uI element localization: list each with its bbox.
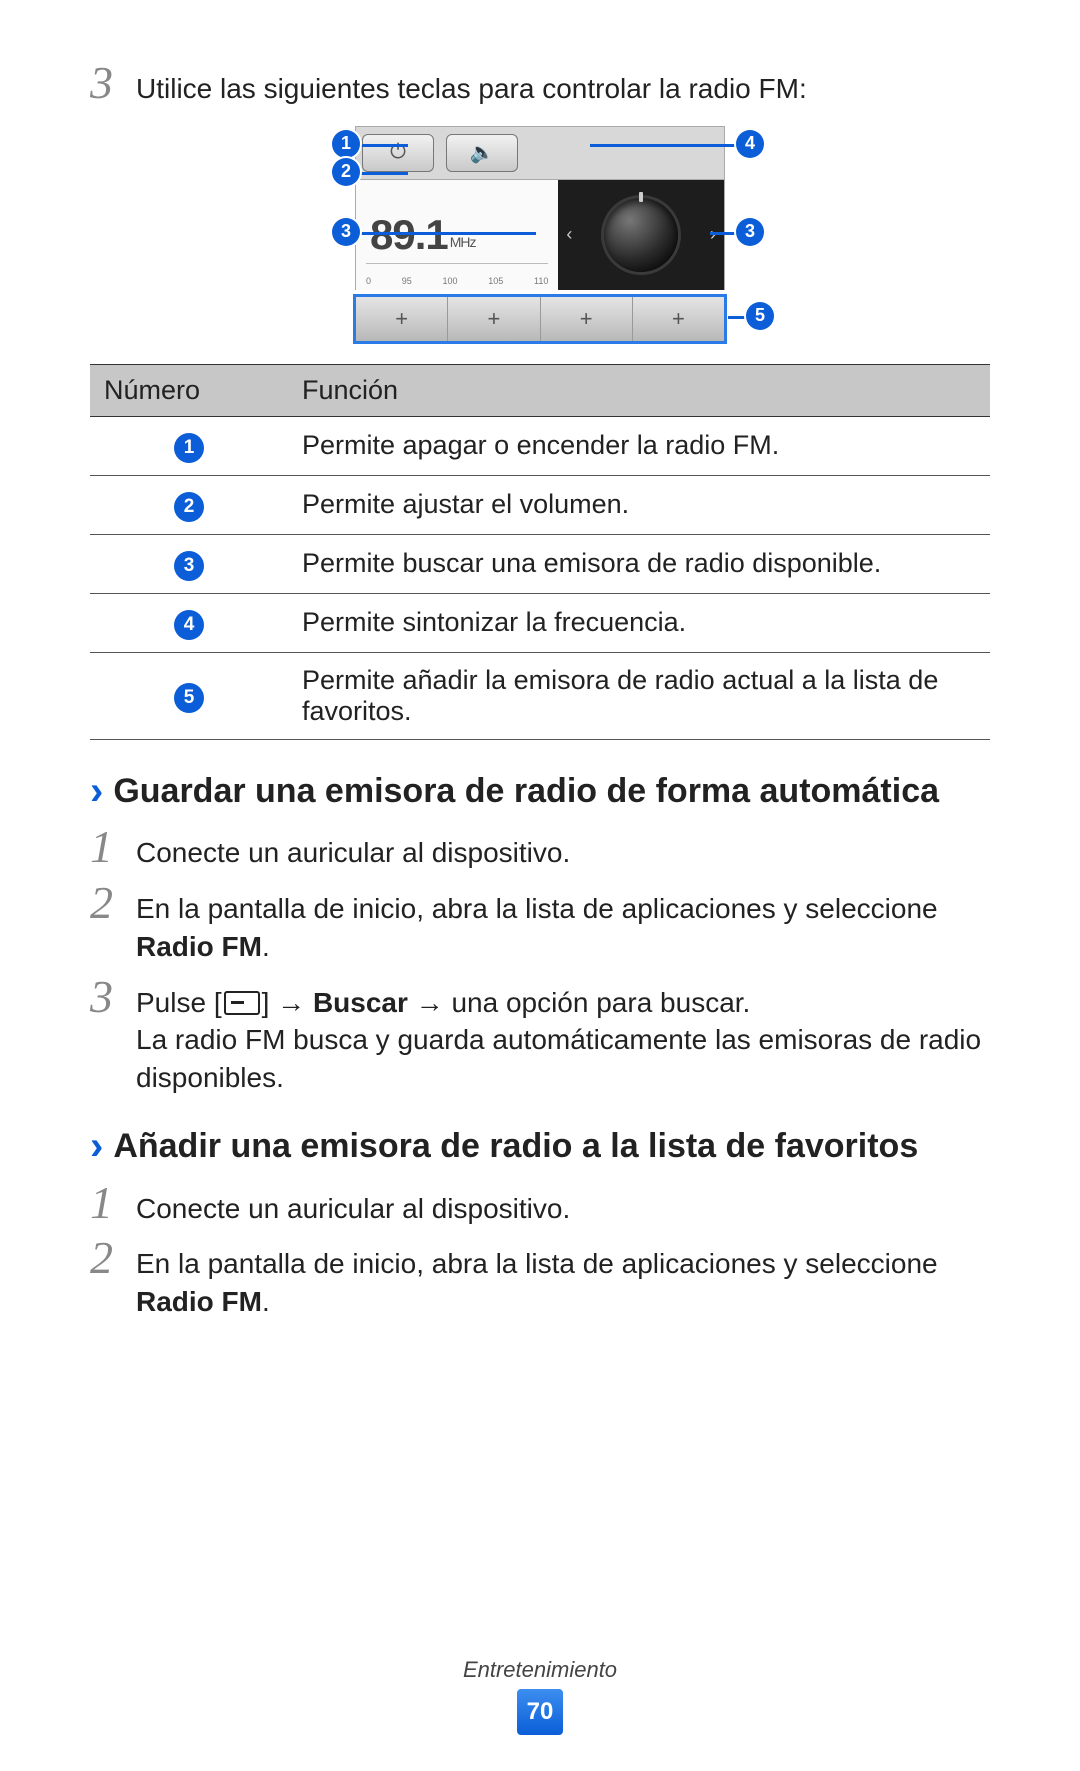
ruler-tick: 110 (534, 276, 548, 286)
row-badge: 1 (174, 433, 204, 463)
step-number: 3 (90, 974, 136, 1020)
page-footer: Entretenimiento 70 (0, 1657, 1080, 1735)
radio-illustration: ⏻ 🔈 89.1MHz 0 95 100 105 110 (310, 126, 770, 342)
callout-line (356, 172, 408, 175)
frequency-pane: 89.1MHz 0 95 100 105 110 (356, 180, 558, 290)
speaker-button: 🔈 (446, 134, 518, 172)
sectionA-step2: 2 En la pantalla de inicio, abra la list… (90, 880, 990, 966)
step-3-row: 3 Utilice las siguientes teclas para con… (90, 60, 990, 108)
callout-badge-1: 1 (332, 130, 360, 158)
table-header-function: Función (288, 364, 990, 416)
table-header-number: Número (90, 364, 288, 416)
section-title: Guardar una emisora de radio de forma au… (113, 770, 939, 813)
text-line2: La radio FM busca y guarda automáticamen… (136, 1024, 981, 1093)
row-badge: 2 (174, 492, 204, 522)
callout-badge-5: 5 (746, 302, 774, 330)
step-text: Utilice las siguientes teclas para contr… (136, 60, 990, 108)
menu-key-icon (224, 991, 260, 1015)
favorite-slot: + (448, 297, 540, 341)
step-text: En la pantalla de inicio, abra la lista … (136, 880, 990, 966)
text-post: . (262, 931, 270, 962)
ruler-tick: 105 (488, 276, 503, 286)
text-post: . (262, 1286, 270, 1317)
table-row: 3 Permite buscar una emisora de radio di… (90, 534, 990, 593)
power-button: ⏻ (362, 134, 434, 172)
sectionA-step1: 1 Conecte un auricular al dispositivo. (90, 824, 990, 872)
text-pre: En la pantalla de inicio, abra la lista … (136, 1248, 938, 1279)
step-number: 2 (90, 880, 136, 926)
section-title: Añadir una emisora de radio a la lista d… (113, 1125, 918, 1168)
table-row: 5 Permite añadir la emisora de radio act… (90, 652, 990, 739)
favorite-slot: + (633, 297, 724, 341)
section-heading-guardar: › Guardar una emisora de radio de forma … (90, 770, 990, 813)
callout-line (356, 144, 408, 147)
radio-main: 89.1MHz 0 95 100 105 110 ‹ › (355, 180, 725, 290)
ruler-tick: 95 (402, 276, 412, 286)
frequency-value: 89.1MHz (370, 211, 558, 259)
text-mid2: → una opción para buscar. (408, 987, 750, 1018)
text-bold: Radio FM (136, 931, 262, 962)
callout-badge-3-right: 3 (736, 218, 764, 246)
text-bold: Radio FM (136, 1286, 262, 1317)
favorite-slot: + (541, 297, 633, 341)
favorite-slot: + (356, 297, 448, 341)
row-function: Permite ajustar el volumen. (288, 475, 990, 534)
row-function: Permite apagar o encender la radio FM. (288, 416, 990, 475)
row-function: Permite buscar una emisora de radio disp… (288, 534, 990, 593)
ruler-tick: 100 (443, 276, 458, 286)
sectionB-step2: 2 En la pantalla de inicio, abra la list… (90, 1235, 990, 1321)
step-number: 3 (90, 60, 136, 106)
row-badge: 5 (174, 683, 204, 713)
frequency-unit: MHz (450, 234, 476, 250)
step-text: En la pantalla de inicio, abra la lista … (136, 1235, 990, 1321)
favorites-bar: + + + + (355, 296, 725, 342)
callout-badge-3: 3 (332, 218, 360, 246)
footer-category: Entretenimiento (0, 1657, 1080, 1683)
callout-badge-2: 2 (332, 158, 360, 186)
frequency-ruler: 0 95 100 105 110 (366, 263, 548, 286)
row-badge: 3 (174, 551, 204, 581)
seek-left-icon: ‹ (566, 224, 572, 245)
section-heading-anadir: › Añadir una emisora de radio a la lista… (90, 1125, 990, 1168)
table-row: 2 Permite ajustar el volumen. (90, 475, 990, 534)
callout-badge-4: 4 (736, 130, 764, 158)
dial-pane: ‹ › (558, 180, 724, 290)
callout-line (590, 144, 740, 147)
step-text: Conecte un auricular al dispositivo. (136, 1180, 990, 1228)
table-row: 1 Permite apagar o encender la radio FM. (90, 416, 990, 475)
step-number: 1 (90, 1180, 136, 1226)
text-mid1: ] → (262, 987, 313, 1018)
step-text: Conecte un auricular al dispositivo. (136, 824, 990, 872)
sectionA-step3: 3 Pulse [ ] → Buscar → una opción para bu… (90, 974, 990, 1097)
step-number: 2 (90, 1235, 136, 1281)
text-bold: Buscar (313, 987, 408, 1018)
function-table: Número Función 1 Permite apagar o encend… (90, 364, 990, 740)
tuning-dial (604, 198, 678, 272)
chevron-right-icon: › (90, 1125, 103, 1167)
radio-top-bar: ⏻ 🔈 (355, 126, 725, 180)
chevron-right-icon: › (90, 770, 103, 812)
text-pre: En la pantalla de inicio, abra la lista … (136, 893, 938, 924)
page-number-badge: 70 (517, 1689, 563, 1735)
ruler-tick: 0 (366, 276, 371, 286)
text-pre: Pulse [ (136, 987, 222, 1018)
row-badge: 4 (174, 610, 204, 640)
sectionB-step1: 1 Conecte un auricular al dispositivo. (90, 1180, 990, 1228)
table-row: 4 Permite sintonizar la frecuencia. (90, 593, 990, 652)
callout-line (356, 232, 536, 235)
seek-right-icon: › (710, 224, 716, 245)
manual-page: 3 Utilice las siguientes teclas para con… (0, 0, 1080, 1771)
step-number: 1 (90, 824, 136, 870)
row-function: Permite sintonizar la frecuencia. (288, 593, 990, 652)
step-text: Pulse [ ] → Buscar → una opción para busc… (136, 974, 990, 1097)
row-function: Permite añadir la emisora de radio actua… (288, 652, 990, 739)
